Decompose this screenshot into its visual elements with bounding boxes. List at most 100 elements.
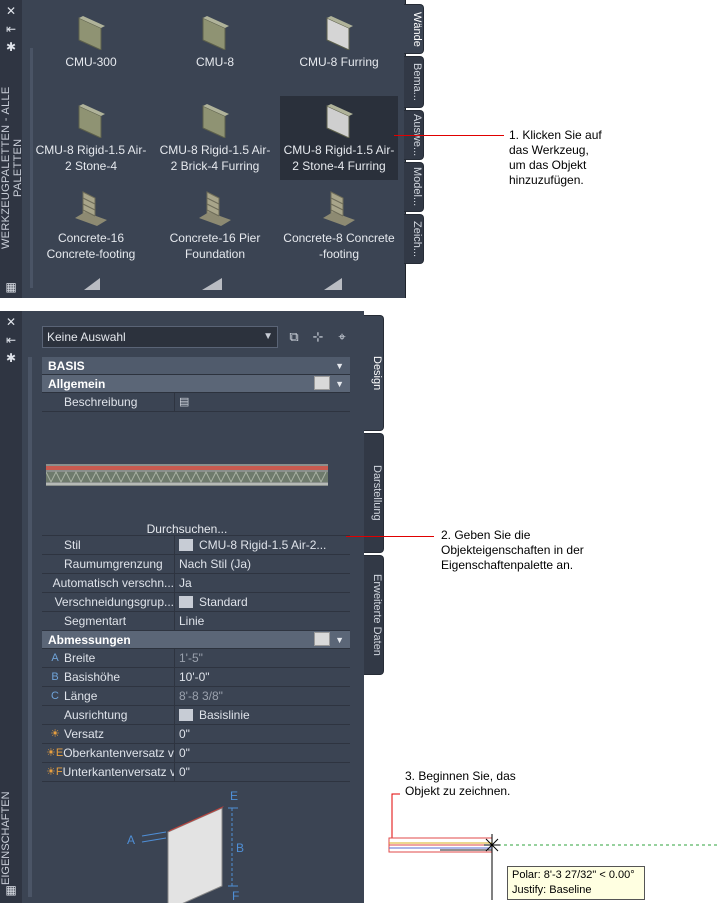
property-key: ☀ Versatz xyxy=(42,725,174,743)
property-value[interactable]: 0" xyxy=(174,763,350,781)
quick-select-icon[interactable]: ⧉ xyxy=(285,328,303,346)
property-row[interactable]: ☀E Oberkantenversatz v... 0" xyxy=(42,744,350,763)
property-key-label: Oberkantenversatz v... xyxy=(63,746,174,760)
properties-gear-icon[interactable]: ✱ xyxy=(4,351,18,365)
footing-wall-icon xyxy=(323,191,355,226)
tab-modell[interactable]: Model... xyxy=(404,162,424,212)
property-row[interactable]: A Breite 1'-5" xyxy=(42,649,350,668)
justify-icon xyxy=(179,709,193,721)
tab-design[interactable]: Design xyxy=(364,315,384,431)
property-row[interactable]: Segmentart Linie xyxy=(42,612,350,631)
tab-zeichnung[interactable]: Zeich... xyxy=(404,214,424,264)
tool-label: CMU-300 xyxy=(65,55,117,69)
properties-titlebar[interactable]: ✕ ⇤ ✱ EIGENSCHAFTEN ▦ xyxy=(0,311,22,903)
tool-concrete-16-pier-foundation[interactable]: Concrete-16 Pier Foundation xyxy=(156,184,274,268)
tab-bemassung[interactable]: Bema... xyxy=(404,56,424,108)
property-key: A Breite xyxy=(42,649,174,667)
tool-concrete-16-concrete-footing[interactable]: Concrete-16 Concrete-footing xyxy=(32,184,150,268)
autohide-icon[interactable]: ⇤ xyxy=(4,333,18,347)
property-row[interactable]: Verschneidungsgrup... Standard xyxy=(42,593,350,612)
tool-label: CMU-8 Rigid-1.5 Air-2 Stone-4 xyxy=(35,143,147,173)
property-letter-icon: ☀E xyxy=(46,747,64,759)
autohide-icon[interactable]: ⇤ xyxy=(4,22,18,36)
property-key-label: Länge xyxy=(64,689,98,703)
footing-wall-icon xyxy=(75,191,107,226)
properties-gear-icon[interactable]: ✱ xyxy=(4,40,18,54)
property-value-text: Nach Stil (Ja) xyxy=(179,557,252,571)
tool-cmu-8-rigid-1-5-air-2-brick-4-furring[interactable]: CMU-8 Rigid-1.5 Air-2 Brick-4 Furring xyxy=(156,96,274,180)
property-value-text: Basislinie xyxy=(199,708,250,722)
property-letter-icon: B xyxy=(51,671,59,683)
property-key: Beschreibung xyxy=(42,393,174,411)
browse-button[interactable]: Durchsuchen... xyxy=(42,522,332,536)
property-key: Verschneidungsgrup... xyxy=(42,593,174,611)
property-key: ☀F Unterkantenversatz v... xyxy=(42,763,174,781)
callout-1-line: 1. Klicken Sie auf xyxy=(509,128,602,142)
property-row[interactable]: Raumumgrenzung Nach Stil (Ja) xyxy=(42,555,350,574)
palette-menu-icon[interactable]: ▦ xyxy=(4,280,18,294)
callout-1-line: hinzuzufügen. xyxy=(509,173,584,187)
drawing-area[interactable]: Polar: 8'-3 27/32" < 0.00° Justify: Base… xyxy=(380,760,720,903)
section-allgemein[interactable]: Allgemein ▼ xyxy=(42,375,350,393)
dim-label-b: B xyxy=(236,841,244,855)
tool-palette-titlebar[interactable]: ✕ ⇤ ✱ WERKZEUGPALETTEN - ALLE PALETTEN ▦ xyxy=(0,0,24,298)
property-row[interactable]: Ausrichtung Basislinie xyxy=(42,706,350,725)
property-key-label: Basishöhe xyxy=(64,670,121,684)
section-allgemein-label: Allgemein xyxy=(48,377,106,391)
property-value-text: 0" xyxy=(179,765,190,779)
property-key-label: Segmentart xyxy=(64,614,127,628)
property-value[interactable]: Linie xyxy=(174,612,350,630)
tool-cmu-8-rigid-1-5-air-2-stone-4-furring[interactable]: CMU-8 Rigid-1.5 Air-2 Stone-4 Furring xyxy=(280,96,398,180)
tool-cmu-8[interactable]: CMU-8 xyxy=(156,8,274,92)
properties-scrollbar[interactable] xyxy=(28,357,32,897)
property-key-label: Automatisch verschn... xyxy=(52,576,174,590)
property-value[interactable]: Nach Stil (Ja) xyxy=(174,555,350,573)
property-row[interactable]: C Länge 8'-8 3/8" xyxy=(42,687,350,706)
property-row[interactable]: Automatisch verschn... Ja xyxy=(42,574,350,593)
tool-concrete-8-concrete-footing[interactable]: Concrete-8 Concrete -footing xyxy=(280,184,398,268)
light-bulb-icon[interactable] xyxy=(314,376,330,390)
tool-cmu-8-rigid-1-5-air-2-stone-4[interactable]: CMU-8 Rigid-1.5 Air-2 Stone-4 xyxy=(32,96,150,180)
property-row[interactable]: ☀ Versatz 0" xyxy=(42,725,350,744)
tool-cmu-300[interactable]: CMU-300 xyxy=(32,8,150,92)
callout-2-line: Eigenschaftenpalette an. xyxy=(441,558,574,572)
tab-waende[interactable]: Wände xyxy=(404,4,424,54)
style-preview: Durchsuchen... xyxy=(42,412,350,536)
property-letter-icon: A xyxy=(51,652,59,664)
property-row-beschreibung[interactable]: Beschreibung ▤ xyxy=(42,393,350,412)
property-row[interactable]: B Basishöhe 10'-0" xyxy=(42,668,350,687)
property-row[interactable]: ☀F Unterkantenversatz v... 0" xyxy=(42,763,350,782)
tool-palette: ✕ ⇤ ✱ WERKZEUGPALETTEN - ALLE PALETTEN ▦… xyxy=(0,0,424,298)
selection-dropdown[interactable]: Keine Auswahl ▼ xyxy=(42,326,278,348)
property-value[interactable]: Ja xyxy=(174,574,350,592)
tab-erweiterte-daten[interactable]: Erweiterte Daten xyxy=(364,555,384,675)
tool-cmu-8-furring[interactable]: CMU-8 Furring xyxy=(280,8,398,92)
property-value-text: Linie xyxy=(179,614,205,628)
property-value[interactable]: Basislinie xyxy=(174,706,350,724)
pickadd-icon[interactable]: ⌖ xyxy=(333,328,351,346)
property-value[interactable]: 10'-0" xyxy=(174,668,350,686)
section-abmessungen[interactable]: Abmessungen ▼ xyxy=(42,631,350,649)
close-icon[interactable]: ✕ xyxy=(4,315,18,329)
callout-1-line: das Werkzeug, xyxy=(509,143,589,157)
property-key-label: Raumumgrenzung xyxy=(64,557,163,571)
property-value[interactable]: 8'-8 3/8" xyxy=(174,687,350,705)
property-value-text: 8'-8 3/8" xyxy=(179,689,223,703)
property-key-label: Verschneidungsgrup... xyxy=(54,595,174,609)
description-button[interactable]: ▤ xyxy=(174,393,350,411)
palette-menu-icon[interactable]: ▦ xyxy=(4,883,18,897)
property-value[interactable]: 0" xyxy=(174,725,350,743)
property-row[interactable]: Stil CMU-8 Rigid-1.5 Air-2... xyxy=(42,536,350,555)
close-icon[interactable]: ✕ xyxy=(4,4,18,18)
property-value[interactable]: Standard xyxy=(174,593,350,611)
tool-label: Concrete-16 Pier Foundation xyxy=(169,231,261,261)
property-value[interactable]: 1'-5" xyxy=(174,649,350,667)
section-basis[interactable]: BASIS ▼ xyxy=(42,357,350,375)
property-value[interactable]: CMU-8 Rigid-1.5 Air-2... xyxy=(174,536,350,554)
tooltip-polar: Polar: 8'-3 27/32" < 0.00° xyxy=(512,869,635,881)
property-value[interactable]: 0" xyxy=(174,744,350,762)
light-bulb-icon[interactable] xyxy=(314,632,330,646)
select-objects-icon[interactable]: ⊹ xyxy=(309,328,327,346)
tab-darstellung[interactable]: Darstellung xyxy=(364,433,384,553)
dim-label-f: F xyxy=(232,889,239,903)
